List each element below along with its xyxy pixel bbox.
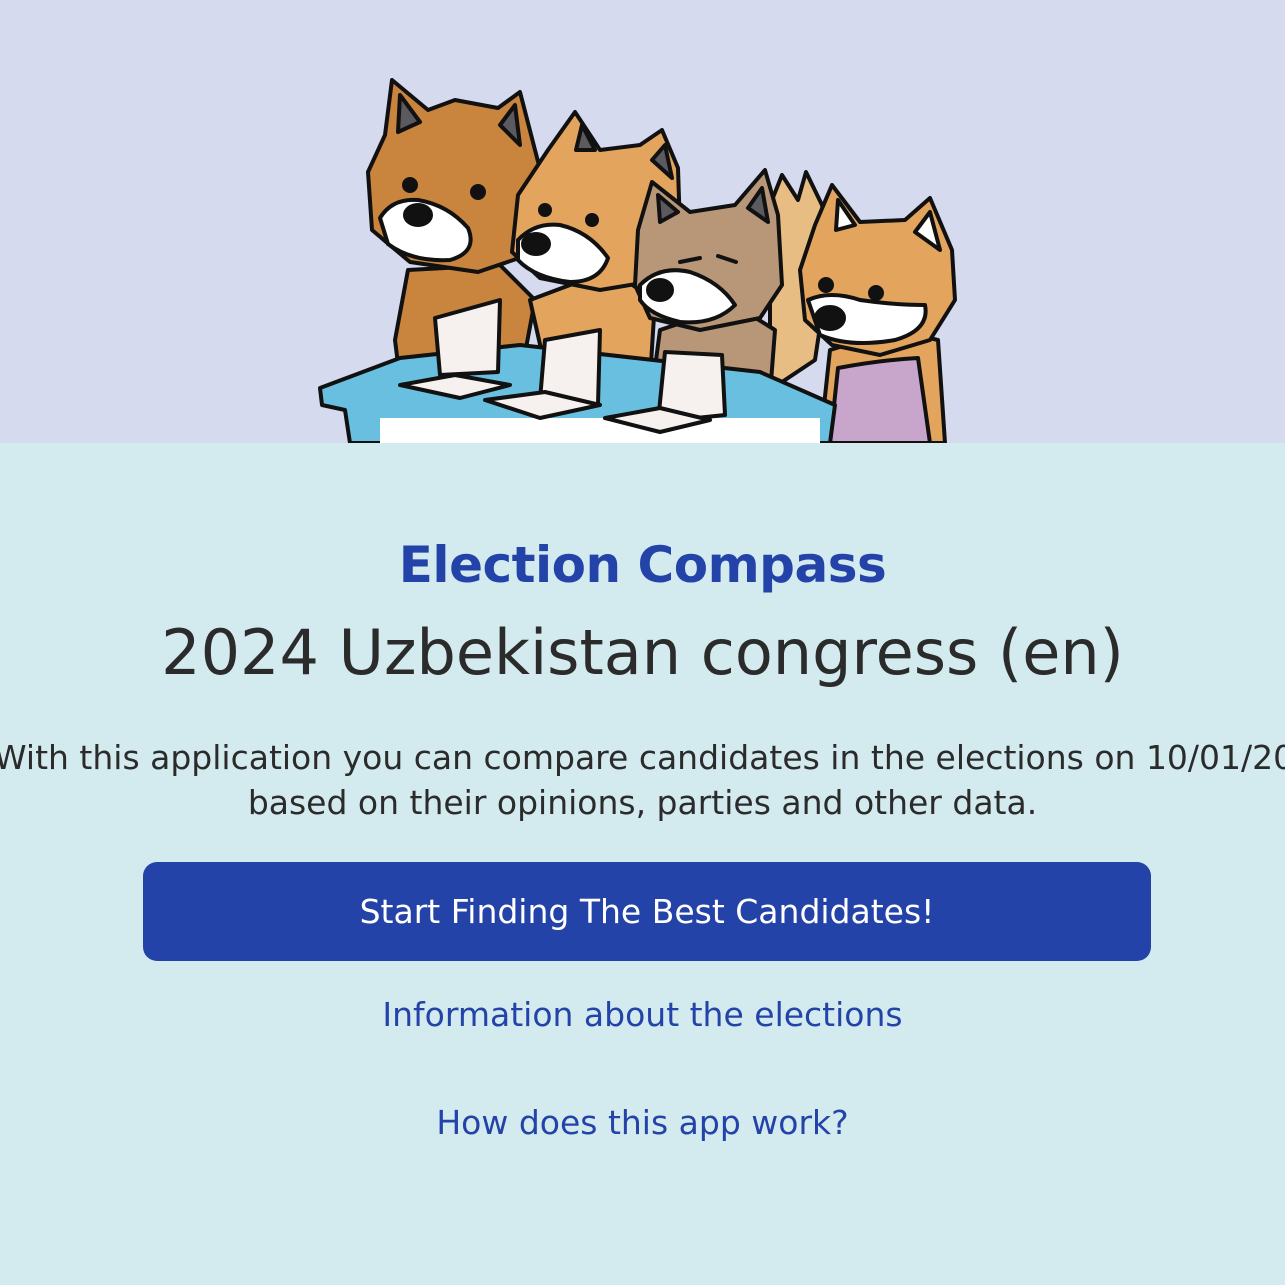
main-content: Election Compass 2024 Uzbekistan congres…	[0, 443, 1285, 1285]
elections-info-link[interactable]: Information about the elections	[0, 993, 1285, 1037]
intro-line-2: based on their opinions, parties and oth…	[247, 783, 1038, 822]
app-name: Election Compass	[398, 536, 887, 594]
hero-banner	[0, 0, 1285, 443]
intro-line-1: With this application you can compare ca…	[0, 738, 1285, 777]
election-title: 2024 Uzbekistan congress (en)	[161, 616, 1124, 689]
intro-text: With this application you can compare ca…	[0, 735, 1285, 825]
start-button[interactable]: Start Finding The Best Candidates!	[143, 862, 1151, 961]
dogs-voting-illustration	[0, 0, 1285, 443]
how-it-works-link[interactable]: How does this app work?	[0, 1101, 1285, 1145]
